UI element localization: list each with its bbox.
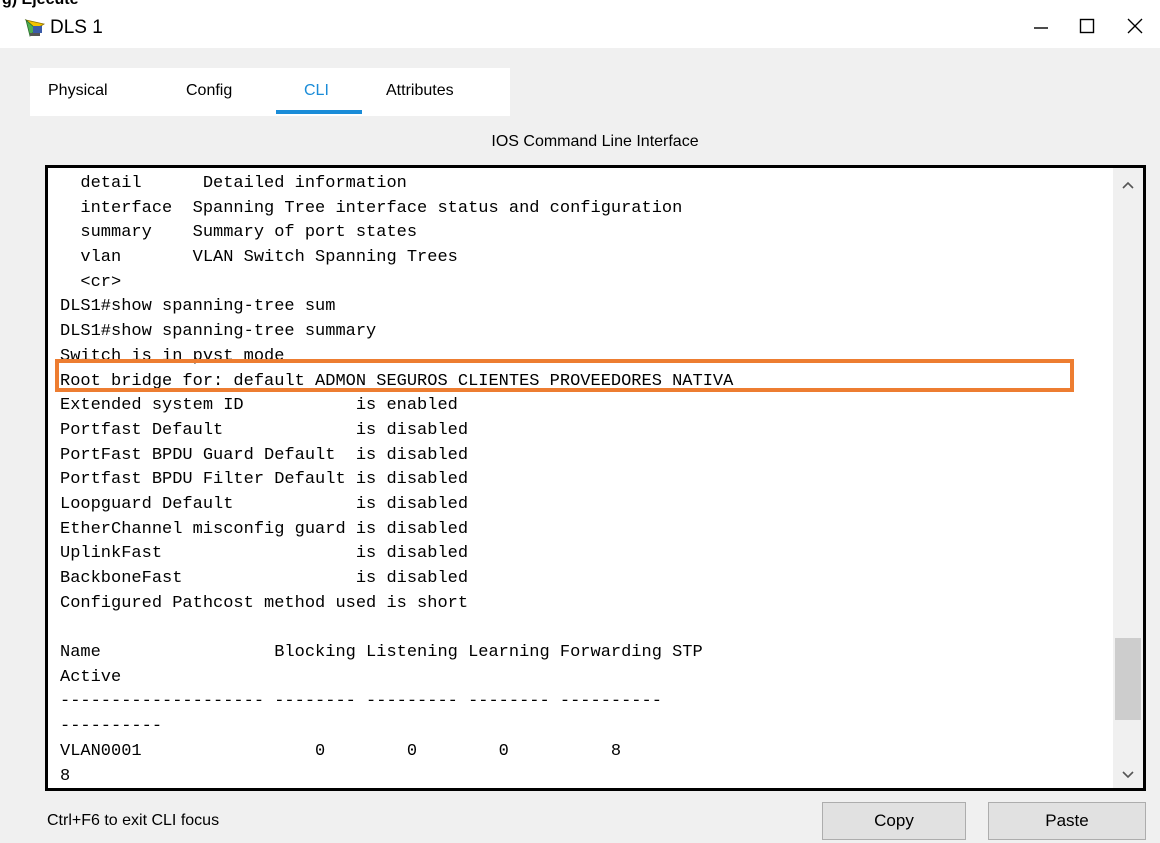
tab-strip: Physical Config CLI Attributes bbox=[30, 68, 510, 116]
cli-line: Configured Pathcost method used is short bbox=[60, 593, 469, 613]
cli-console[interactable]: detail Detailed information interface Sp… bbox=[45, 165, 1146, 791]
cli-line: EtherChannel misconfig guard is disabled bbox=[60, 519, 469, 539]
cli-line: UplinkFast is disabled bbox=[60, 544, 469, 564]
cli-output: detail Detailed information interface Sp… bbox=[60, 172, 733, 789]
tab-physical[interactable]: Physical bbox=[48, 82, 108, 100]
cli-line: ---------- bbox=[60, 717, 163, 737]
cli-scrollbar[interactable] bbox=[1113, 168, 1143, 788]
cli-line: VLAN0001 0 0 0 8 bbox=[60, 741, 622, 761]
cli-line: Switch is in pvst mode bbox=[60, 346, 285, 366]
cli-line: Root bridge for: default ADMON SEGUROS C… bbox=[60, 371, 734, 391]
cli-line: <cr> bbox=[60, 272, 122, 292]
active-tab-indicator bbox=[276, 110, 362, 114]
panel-title: IOS Command Line Interface bbox=[491, 133, 699, 150]
device-window: g) Ejecute DLS 1 P bbox=[0, 0, 1160, 843]
title-bar: DLS 1 bbox=[0, 8, 1160, 48]
cli-line: PortFast BPDU Guard Default is disabled bbox=[60, 445, 469, 465]
paste-button[interactable]: Paste bbox=[988, 802, 1146, 840]
cli-line: detail Detailed information bbox=[60, 174, 407, 193]
minimize-icon bbox=[1033, 18, 1049, 39]
maximize-icon bbox=[1079, 18, 1095, 39]
scroll-down-icon[interactable] bbox=[1120, 768, 1136, 782]
cli-line: 8 bbox=[60, 766, 71, 786]
close-button[interactable] bbox=[1112, 10, 1158, 46]
cli-line: interface Spanning Tree interface status… bbox=[60, 198, 683, 218]
cli-line: Portfast BPDU Filter Default is disabled bbox=[60, 470, 469, 490]
cli-line: summary Summary of port states bbox=[60, 223, 418, 243]
tab-attributes[interactable]: Attributes bbox=[386, 82, 454, 100]
clipped-heading-text: g) Ejecute bbox=[2, 0, 78, 8]
tab-cli[interactable]: CLI bbox=[304, 82, 329, 100]
maximize-button[interactable] bbox=[1064, 10, 1110, 46]
copy-button[interactable]: Copy bbox=[822, 802, 966, 840]
close-icon bbox=[1127, 18, 1143, 39]
cli-line: DLS1#show spanning-tree summary bbox=[60, 322, 377, 342]
scroll-up-icon[interactable] bbox=[1120, 178, 1136, 192]
cli-line: Portfast Default is disabled bbox=[60, 420, 469, 440]
cli-line: DLS1#show spanning-tree sum bbox=[60, 297, 336, 317]
cli-line: BackboneFast is disabled bbox=[60, 569, 469, 588]
scroll-thumb[interactable] bbox=[1115, 638, 1141, 720]
cli-line bbox=[60, 616, 733, 641]
cli-focus-hint: Ctrl+F6 to exit CLI focus bbox=[47, 812, 220, 829]
cli-line: vlan VLAN Switch Spanning Trees bbox=[60, 248, 458, 268]
cli-line: Extended system ID is enabled bbox=[60, 396, 458, 416]
clipped-document-heading: g) Ejecute bbox=[0, 0, 1160, 8]
cli-line: -------------------- -------- --------- … bbox=[60, 692, 662, 712]
cli-line: Active bbox=[60, 667, 122, 687]
tab-config[interactable]: Config bbox=[186, 82, 232, 100]
minimize-button[interactable] bbox=[1018, 10, 1064, 46]
cli-line: Loopguard Default is disabled bbox=[60, 494, 469, 514]
window-title: DLS 1 bbox=[50, 17, 103, 38]
packet-tracer-device-icon bbox=[24, 18, 46, 38]
cli-line: Name Blocking Listening Learning Forward… bbox=[60, 643, 703, 663]
